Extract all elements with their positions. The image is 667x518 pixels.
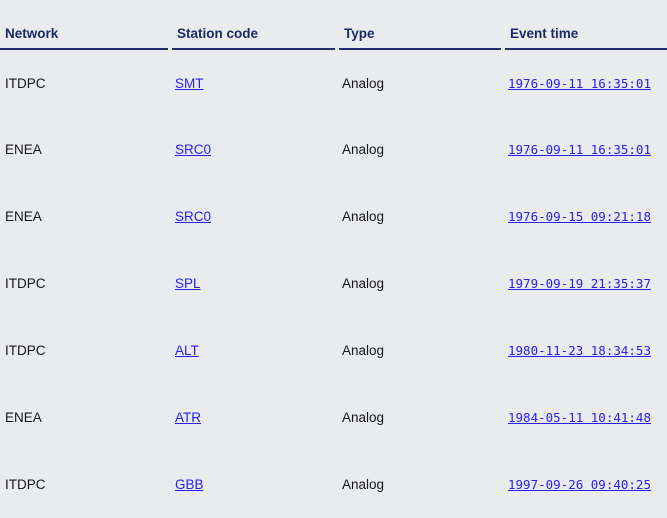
cell-network: ENEA	[0, 116, 170, 183]
type-value: Analog	[342, 276, 385, 291]
table-row: ENEA SRC0 Analog 1976-09-11 16:35:01	[0, 116, 667, 183]
cell-network: ITDPC	[0, 49, 170, 116]
column-header-type: Type	[335, 0, 503, 50]
column-header-event-time: Event time	[501, 0, 667, 50]
type-value: Analog	[342, 142, 385, 157]
table-header-row: Network Station code Type Event time	[0, 0, 667, 50]
type-value: Analog	[342, 209, 385, 224]
cell-station-code: ALT	[170, 317, 337, 384]
cell-event-time: 1997-09-26 09:40:25	[503, 451, 667, 518]
station-code-link[interactable]: SRC0	[175, 209, 211, 224]
event-time-link[interactable]: 1976-09-15 09:21:18	[508, 209, 651, 224]
table-row: ITDPC GBB Analog 1997-09-26 09:40:25	[0, 451, 667, 518]
cell-type: Analog	[337, 250, 503, 317]
event-time-link[interactable]: 1979-09-19 21:35:37	[508, 276, 651, 291]
cell-station-code: GBB	[170, 451, 337, 518]
column-header-station-code: Station code	[168, 0, 337, 50]
table-header: Network Station code Type Event time	[0, 0, 667, 50]
cell-type: Analog	[337, 116, 503, 183]
station-code-link[interactable]: SPL	[175, 276, 201, 291]
network-value: ENEA	[5, 410, 42, 425]
cell-event-time: 1976-09-15 09:21:18	[503, 183, 667, 250]
cell-event-time: 1984-05-11 10:41:48	[503, 384, 667, 451]
cell-type: Analog	[337, 451, 503, 518]
station-code-link[interactable]: SMT	[175, 76, 204, 91]
station-code-link[interactable]: GBB	[175, 477, 204, 492]
table-row: ITDPC SMT Analog 1976-09-11 16:35:01	[0, 49, 667, 116]
network-value: ITDPC	[5, 75, 46, 91]
cell-event-time: 1976-09-11 16:35:01	[503, 116, 667, 183]
cell-station-code: ATR	[170, 384, 337, 451]
column-header-event-time-label: Event time	[510, 26, 579, 41]
table-body: ITDPC SMT Analog 1976-09-11 16:35:01 ENE…	[0, 49, 667, 518]
cell-event-time: 1976-09-11 16:35:01	[503, 49, 667, 116]
station-code-link[interactable]: ALT	[175, 343, 199, 358]
table-row: ENEA ATR Analog 1984-05-11 10:41:48	[0, 384, 667, 451]
cell-station-code: SMT	[170, 49, 337, 116]
cell-event-time: 1979-09-19 21:35:37	[503, 250, 667, 317]
network-value: ITDPC	[5, 477, 46, 492]
network-value: ENEA	[5, 209, 42, 224]
table-row: ITDPC SPL Analog 1979-09-19 21:35:37	[0, 250, 667, 317]
type-value: Analog	[342, 477, 385, 492]
cell-station-code: SPL	[170, 250, 337, 317]
event-time-link[interactable]: 1984-05-11 10:41:48	[508, 410, 651, 425]
cell-type: Analog	[337, 317, 503, 384]
event-time-link[interactable]: 1997-09-26 09:40:25	[508, 477, 651, 492]
cell-network: ITDPC	[0, 317, 170, 384]
cell-station-code: SRC0	[170, 183, 337, 250]
cell-network: ITDPC	[0, 250, 170, 317]
type-value: Analog	[342, 75, 385, 91]
cell-network: ENEA	[0, 183, 170, 250]
type-value: Analog	[342, 343, 385, 358]
column-header-station-code-label: Station code	[177, 26, 259, 41]
network-value: ITDPC	[5, 276, 46, 291]
cell-station-code: SRC0	[170, 116, 337, 183]
station-code-link[interactable]: ATR	[175, 410, 201, 425]
cell-event-time: 1980-11-23 18:34:53	[503, 317, 667, 384]
search-results-table: Network Station code Type Event time ITD…	[0, 0, 667, 518]
event-time-link[interactable]: 1980-11-23 18:34:53	[508, 343, 651, 358]
station-code-link[interactable]: SRC0	[175, 142, 211, 157]
cell-type: Analog	[337, 384, 503, 451]
event-time-link[interactable]: 1976-09-11 16:35:01	[508, 142, 651, 157]
cell-network: ITDPC	[0, 451, 170, 518]
column-header-type-label: Type	[344, 26, 375, 41]
cell-type: Analog	[337, 183, 503, 250]
table-row: ITDPC ALT Analog 1980-11-23 18:34:53	[0, 317, 667, 384]
type-value: Analog	[342, 410, 385, 425]
cell-type: Analog	[337, 49, 503, 116]
network-value: ENEA	[5, 142, 42, 157]
column-header-network-label: Network	[5, 26, 59, 41]
table-row: ENEA SRC0 Analog 1976-09-15 09:21:18	[0, 183, 667, 250]
network-value: ITDPC	[5, 343, 46, 358]
cell-network: ENEA	[0, 384, 170, 451]
event-time-link[interactable]: 1976-09-11 16:35:01	[508, 76, 651, 91]
column-header-network: Network	[0, 0, 170, 50]
